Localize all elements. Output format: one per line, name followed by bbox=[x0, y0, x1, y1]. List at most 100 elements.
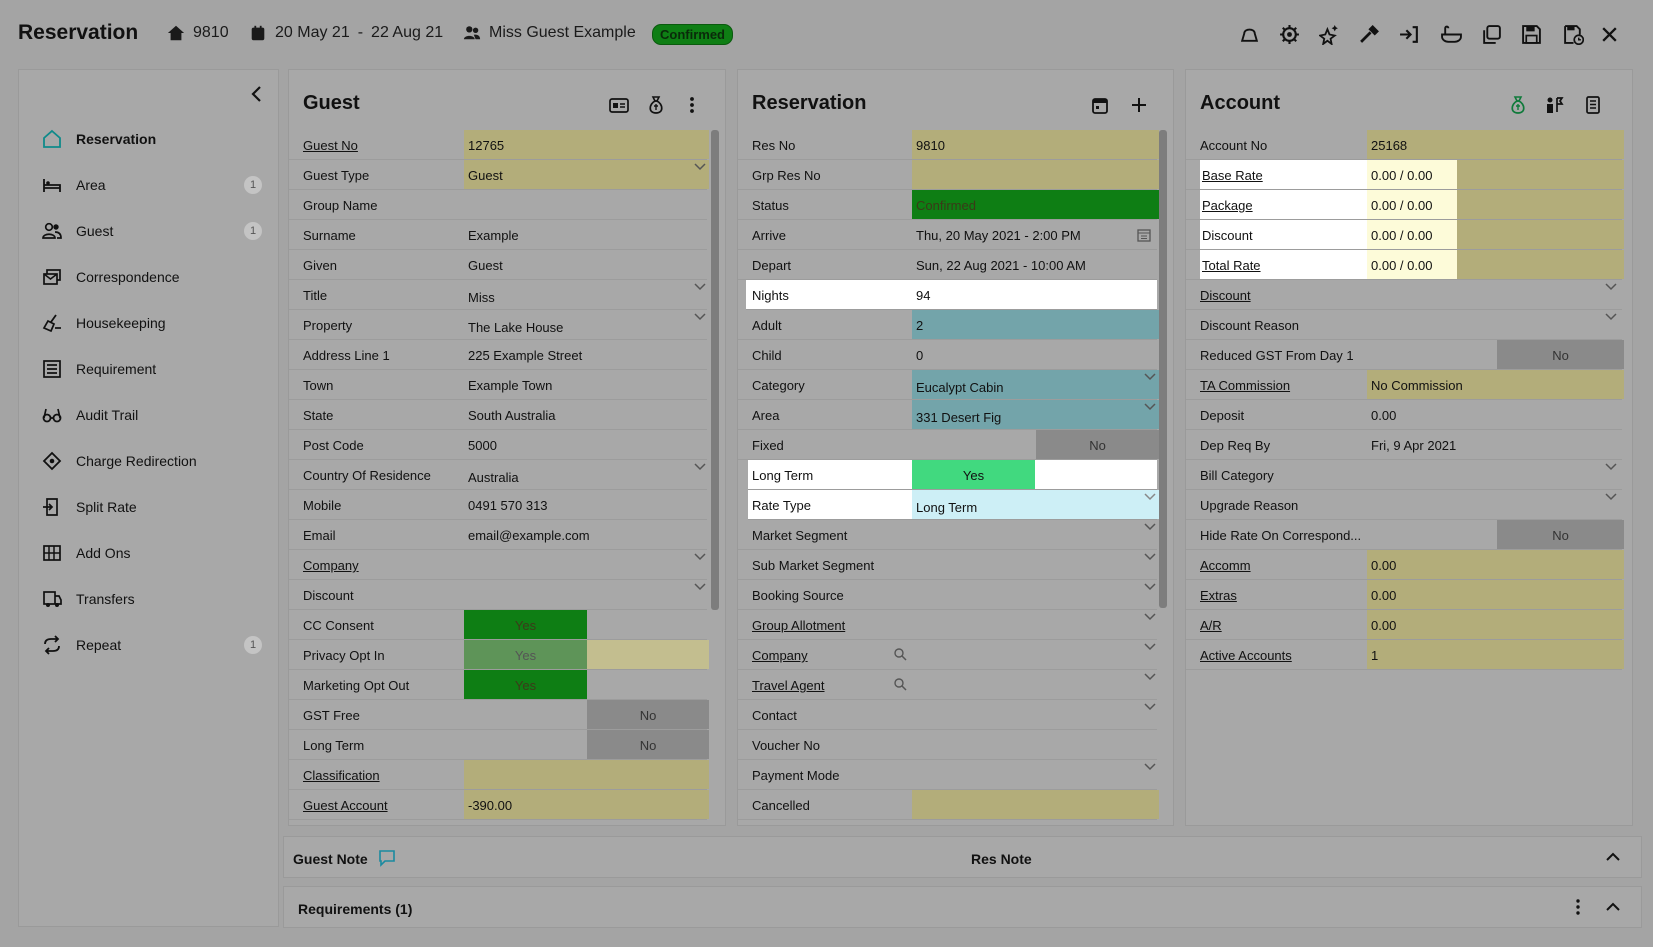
state-field[interactable]: South Australia bbox=[464, 400, 709, 429]
res-note-label[interactable]: Res Note bbox=[971, 851, 1032, 867]
chevron-down-icon[interactable] bbox=[1143, 490, 1157, 504]
sidebar-item-repeat[interactable]: Repeat 1 bbox=[19, 622, 280, 668]
chevron-down-icon[interactable] bbox=[1143, 400, 1157, 414]
copy-icon[interactable] bbox=[1479, 22, 1503, 46]
save-schedule-icon[interactable] bbox=[1561, 22, 1585, 46]
category-select[interactable]: Eucalypt Cabin bbox=[912, 370, 1159, 399]
calendar-small-icon[interactable] bbox=[1137, 228, 1151, 242]
chevron-down-icon[interactable] bbox=[693, 310, 707, 324]
money-bag-icon[interactable] bbox=[644, 93, 668, 117]
split-person-icon[interactable] bbox=[1543, 93, 1567, 117]
sidebar-item-reservation[interactable]: Reservation bbox=[19, 116, 280, 162]
chevron-down-icon[interactable] bbox=[1143, 370, 1157, 384]
guest-account-label[interactable]: Guest Account bbox=[303, 798, 388, 813]
nights-field[interactable]: 94 bbox=[912, 280, 1159, 309]
surname-field[interactable]: Example bbox=[464, 220, 709, 249]
sidebar-item-requirement[interactable]: Requirement bbox=[19, 346, 280, 392]
country-select[interactable]: Australia bbox=[464, 460, 709, 489]
sign-in-icon[interactable] bbox=[1397, 22, 1421, 46]
chevron-down-icon[interactable] bbox=[693, 280, 707, 294]
scrollbar[interactable] bbox=[1159, 130, 1167, 608]
group-allotment-select[interactable] bbox=[912, 610, 1159, 639]
guest-note-label[interactable]: Guest Note bbox=[293, 851, 368, 867]
save-icon[interactable] bbox=[1519, 22, 1543, 46]
ta-commission-label[interactable]: TA Commission bbox=[1200, 378, 1290, 393]
chevron-down-icon[interactable] bbox=[1143, 640, 1157, 654]
travel-agent-select[interactable] bbox=[912, 670, 1142, 699]
extras-label[interactable]: Extras bbox=[1200, 588, 1237, 603]
sidebar-item-guest[interactable]: Guest 1 bbox=[19, 208, 280, 254]
discount-reason-select[interactable] bbox=[1367, 310, 1624, 339]
bill-category-select[interactable] bbox=[1367, 460, 1624, 489]
hammer-icon[interactable] bbox=[1357, 22, 1381, 46]
company-label[interactable]: Company bbox=[303, 558, 359, 573]
active-accounts-label[interactable]: Active Accounts bbox=[1200, 648, 1292, 663]
given-field[interactable]: Guest bbox=[464, 250, 709, 279]
area-select[interactable]: 331 Desert Fig bbox=[912, 400, 1159, 429]
sidebar-item-split-rate[interactable]: Split Rate bbox=[19, 484, 280, 530]
chevron-down-icon[interactable] bbox=[1604, 280, 1618, 294]
adult-field[interactable]: 2 bbox=[912, 310, 1159, 339]
ar-label[interactable]: A/R bbox=[1200, 618, 1222, 633]
chevron-up-icon[interactable] bbox=[1604, 898, 1622, 916]
sidebar-item-charge-redirection[interactable]: Charge Redirection bbox=[19, 438, 280, 484]
depart-field[interactable]: Sun, 22 Aug 2021 - 10:00 AM bbox=[912, 250, 1159, 279]
search-icon[interactable] bbox=[893, 677, 907, 691]
hide-rate-toggle[interactable]: No bbox=[1497, 520, 1624, 549]
sidebar-item-housekeeping[interactable]: Housekeeping bbox=[19, 300, 280, 346]
gst-free-toggle[interactable]: No bbox=[587, 700, 709, 729]
email-field[interactable]: email@example.com bbox=[464, 520, 709, 549]
star-sparkle-icon[interactable] bbox=[1317, 22, 1341, 46]
bath-icon[interactable] bbox=[1439, 22, 1463, 46]
more-vertical-icon[interactable] bbox=[680, 93, 704, 117]
receipt-icon[interactable] bbox=[1581, 93, 1605, 117]
long-term-toggle[interactable]: Yes bbox=[912, 460, 1035, 489]
total-rate-label[interactable]: Total Rate bbox=[1202, 258, 1261, 273]
chevron-down-icon[interactable] bbox=[1143, 760, 1157, 774]
search-icon[interactable] bbox=[893, 647, 907, 661]
bell-icon[interactable] bbox=[1237, 22, 1261, 46]
chevron-down-icon[interactable] bbox=[1143, 670, 1157, 684]
sidebar-item-audit-trail[interactable]: Audit Trail bbox=[19, 392, 280, 438]
reduced-gst-toggle[interactable]: No bbox=[1497, 340, 1624, 369]
chevron-up-icon[interactable] bbox=[1604, 848, 1622, 866]
money-bag-green-icon[interactable] bbox=[1506, 93, 1530, 117]
rate-type-select[interactable]: Long Term bbox=[912, 490, 1159, 519]
discount-select-label[interactable]: Discount bbox=[1200, 288, 1251, 303]
title-select[interactable]: Miss bbox=[464, 280, 709, 309]
upgrade-reason-select[interactable] bbox=[1367, 490, 1624, 519]
group-allotment-label[interactable]: Group Allotment bbox=[752, 618, 845, 633]
mobile-field[interactable]: 0491 570 313 bbox=[464, 490, 709, 519]
town-field[interactable]: Example Town bbox=[464, 370, 709, 399]
chevron-down-icon[interactable] bbox=[693, 460, 707, 474]
discount-select[interactable] bbox=[464, 580, 709, 609]
requirements-label[interactable]: Requirements (1) bbox=[298, 901, 412, 917]
deposit-field[interactable]: 0.00 bbox=[1367, 400, 1624, 429]
child-field[interactable]: 0 bbox=[912, 340, 1159, 369]
chevron-down-icon[interactable] bbox=[1143, 520, 1157, 534]
base-rate-label[interactable]: Base Rate bbox=[1202, 168, 1263, 183]
long-term-toggle[interactable]: No bbox=[587, 730, 709, 759]
sidebar-item-correspondence[interactable]: Correspondence bbox=[19, 254, 280, 300]
id-card-icon[interactable] bbox=[607, 93, 631, 117]
chevron-down-icon[interactable] bbox=[693, 580, 707, 594]
calendar-icon[interactable] bbox=[1088, 93, 1112, 117]
travel-agent-label[interactable]: Travel Agent bbox=[752, 678, 825, 693]
chevron-down-icon[interactable] bbox=[1604, 490, 1618, 504]
group-name-field[interactable] bbox=[464, 190, 709, 219]
sub-market-segment-select[interactable] bbox=[912, 550, 1159, 579]
address-field[interactable]: 225 Example Street bbox=[464, 340, 709, 369]
more-vertical-icon[interactable] bbox=[1569, 898, 1587, 916]
post-code-field[interactable]: 5000 bbox=[464, 430, 709, 459]
dep-req-by-field[interactable]: Fri, 9 Apr 2021 bbox=[1367, 430, 1624, 459]
chevron-down-icon[interactable] bbox=[1604, 460, 1618, 474]
sidebar-item-add-ons[interactable]: Add Ons bbox=[19, 530, 280, 576]
sidebar-item-transfers[interactable]: Transfers bbox=[19, 576, 280, 622]
arrive-field[interactable]: Thu, 20 May 2021 - 2:00 PM bbox=[912, 220, 1132, 249]
chevron-down-icon[interactable] bbox=[693, 550, 707, 564]
sidebar-item-area[interactable]: Area 1 bbox=[19, 162, 280, 208]
privacy-opt-in-toggle[interactable]: Yes bbox=[464, 640, 587, 669]
chevron-down-icon[interactable] bbox=[1143, 610, 1157, 624]
booking-source-select[interactable] bbox=[912, 580, 1159, 609]
company-label[interactable]: Company bbox=[752, 648, 808, 663]
